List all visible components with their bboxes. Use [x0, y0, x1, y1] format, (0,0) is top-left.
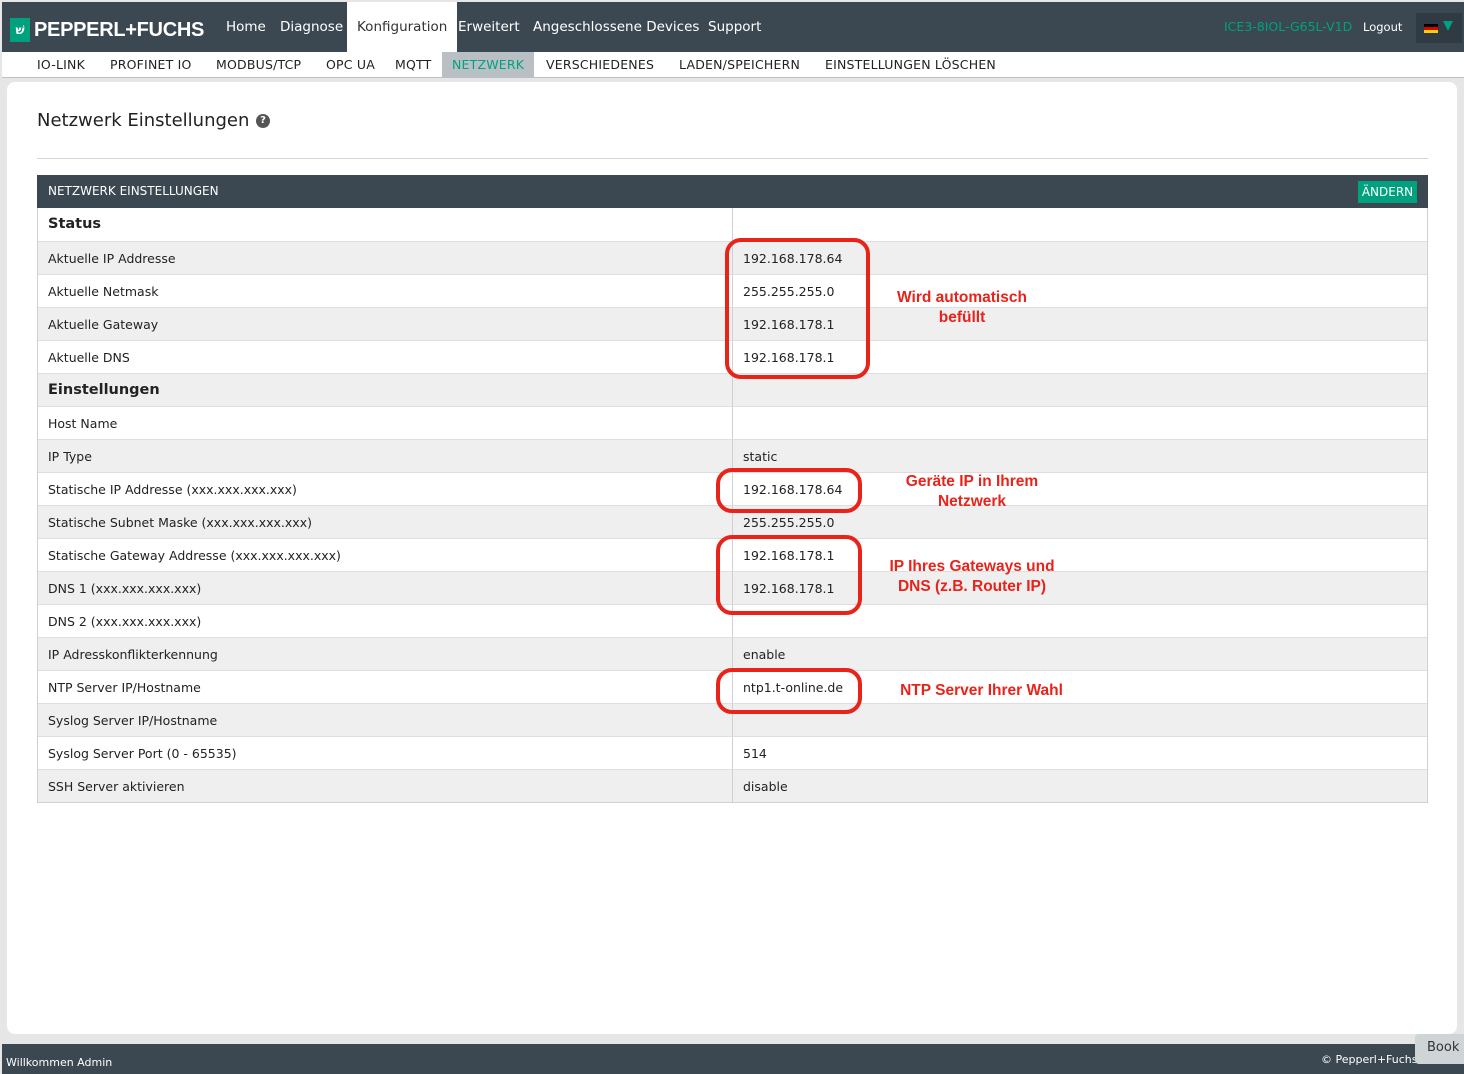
subnav-verschiedenes[interactable]: VERSCHIEDENES [536, 52, 664, 78]
subnav-io-link[interactable]: IO-LINK [27, 52, 95, 78]
nav-diagnose[interactable]: Diagnose [272, 2, 351, 52]
row-label: Host Name [48, 416, 118, 431]
row-label: NTP Server IP/Hostname [48, 680, 201, 695]
column-divider [732, 407, 733, 439]
caret-down-icon [1443, 21, 1453, 31]
row-value: disable [743, 779, 788, 794]
row-label: IP Type [48, 449, 92, 464]
column-divider [732, 770, 733, 802]
welcome-text: Willkommen Admin [6, 1056, 113, 1069]
subnav-opc-ua[interactable]: OPC UA [316, 52, 385, 78]
device-id: ICE3-8IOL-G65L-V1D [1224, 19, 1353, 34]
nav-home[interactable]: Home [218, 2, 274, 52]
row-label: Syslog Server Port (0 - 65535) [48, 746, 237, 761]
help-icon[interactable]: ? [256, 114, 270, 128]
column-divider [732, 374, 733, 406]
table-row: IP Adresskonflikterkennung enable [38, 637, 1427, 670]
copyright-text: © Pepperl+Fuchs [1321, 1053, 1418, 1066]
annotation-ring-status [725, 238, 870, 379]
row-label: Aktuelle DNS [48, 350, 130, 365]
de-flag-icon [1424, 24, 1438, 33]
column-divider [732, 638, 733, 670]
row-label: Statische IP Addresse (xxx.xxx.xxx.xxx) [48, 482, 297, 497]
settings-table-header: NETZWERK EINSTELLUNGEN ÄNDERN [37, 175, 1428, 208]
column-divider [732, 208, 733, 241]
table-row: Syslog Server Port (0 - 65535) 514 [38, 736, 1427, 769]
row-label: Statische Gateway Addresse (xxx.xxx.xxx.… [48, 548, 341, 563]
row-label: Syslog Server IP/Hostname [48, 713, 218, 728]
brand-name: PEPPERL+FUCHS [34, 18, 205, 41]
sub-navbar: IO-LINK PROFINET IO MODBUS/TCP OPC UA MQ… [2, 52, 1464, 78]
divider [37, 158, 1428, 159]
subnav-laden-speichern[interactable]: LADEN/SPEICHERN [669, 52, 810, 78]
top-navbar: שׁ PEPPERL+FUCHS Home Diagnose Konfigurat… [2, 2, 1464, 52]
nav-support[interactable]: Support [700, 2, 769, 52]
page-title: Netzwerk Einstellungen [37, 110, 250, 131]
settings-table-title: NETZWERK EINSTELLUNGEN [48, 184, 219, 198]
edit-button[interactable]: ÄNDERN [1358, 181, 1417, 203]
table-section-row: Einstellungen [38, 373, 1427, 406]
annotation-gateway-dns: IP Ihres Gateways und DNS (z.B. Router I… [889, 558, 1055, 595]
subnav-profinet-io[interactable]: PROFINET IO [100, 52, 202, 78]
row-label: Aktuelle Gateway [48, 317, 159, 332]
subnav-modbus-tcp[interactable]: MODBUS/TCP [206, 52, 311, 78]
book-tab[interactable]: Book [1415, 1034, 1464, 1064]
table-row: SSH Server aktivieren disable [38, 769, 1427, 802]
subnav-einstellungen-loeschen[interactable]: EINSTELLUNGEN LÖSCHEN [815, 52, 1006, 78]
row-label: Statische Subnet Maske (xxx.xxx.xxx.xxx) [48, 515, 312, 530]
logout-link[interactable]: Logout [1363, 2, 1402, 52]
annotation-auto-filled: Wird automatisch befüllt [897, 289, 1027, 326]
brand-logo[interactable]: שׁ PEPPERL+FUCHS [10, 18, 204, 42]
row-label: Aktuelle Netmask [48, 284, 159, 299]
nav-konfiguration[interactable]: Konfiguration [347, 2, 458, 52]
row-label: Aktuelle IP Addresse [48, 251, 176, 266]
pf-logo-icon: שׁ [10, 18, 30, 42]
footer: Willkommen Admin © Pepperl+Fuchs [2, 1044, 1464, 1074]
language-selector[interactable] [1416, 13, 1462, 43]
subnav-mqtt[interactable]: MQTT [385, 52, 441, 78]
annotation-ring-static-ip [716, 468, 862, 513]
table-section-row: Status [38, 208, 1427, 241]
annotation-ring-gateway-dns [716, 535, 862, 615]
row-value: 514 [743, 746, 767, 761]
column-divider [732, 737, 733, 769]
annotation-ring-ntp [716, 668, 862, 714]
annotation-device-ip: Geräte IP in Ihrem Netzwerk [905, 473, 1039, 510]
row-value: enable [743, 647, 786, 662]
section-heading: Status [48, 216, 102, 232]
subnav-netzwerk[interactable]: NETZWERK [442, 52, 535, 78]
row-label: DNS 1 (xxx.xxx.xxx.xxx) [48, 581, 202, 596]
table-row: Host Name [38, 406, 1427, 439]
row-label: IP Adresskonflikterkennung [48, 647, 218, 662]
nav-angeschlossene-devices[interactable]: Angeschlossene Devices [525, 2, 707, 52]
row-label: DNS 2 (xxx.xxx.xxx.xxx) [48, 614, 202, 629]
row-label: SSH Server aktivieren [48, 779, 185, 794]
nav-erweitert[interactable]: Erweitert [450, 2, 528, 52]
section-heading: Einstellungen [48, 382, 160, 398]
annotation-ntp: NTP Server Ihrer Wahl [900, 682, 1063, 699]
